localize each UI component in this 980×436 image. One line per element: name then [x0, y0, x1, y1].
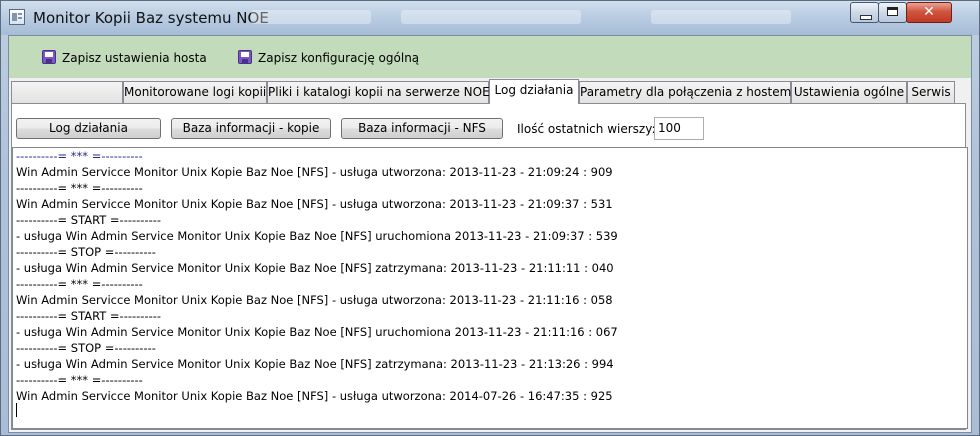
log-line: Win Admin Servicce Monitor Unix Kopie Ba…	[16, 165, 613, 179]
log-line: ----------= START =----------	[16, 213, 162, 227]
log-line: ----------= STOP =----------	[16, 245, 156, 259]
tab-host-connection[interactable]: Parametry dla połączenia z hostem	[579, 81, 791, 103]
tab-activity-log[interactable]: Log działania	[489, 79, 579, 104]
log-line: - usługa Win Admin Service Monitor Unix …	[16, 325, 618, 339]
log-line: Win Admin Servicce Monitor Unix Kopie Ba…	[16, 197, 613, 211]
tab-backup-files[interactable]: Pliki i katalogi kopii na serwerze NOE	[267, 81, 490, 103]
client-area: Zapisz ustawienia hosta Zapisz konfigura…	[8, 35, 972, 433]
save-icon	[42, 50, 56, 64]
close-icon: ✕	[923, 4, 935, 20]
log-line: - usługa Win Admin Service Monitor Unix …	[16, 261, 614, 275]
log-line: ----------= START =----------	[16, 309, 162, 323]
window-title: Monitor Kopii Baz systemu NOE	[33, 9, 269, 27]
background-blur	[401, 10, 581, 24]
log-line: Win Admin Servicce Monitor Unix Kopie Ba…	[16, 389, 613, 403]
toolbar: Zapisz ustawienia hosta Zapisz konfigura…	[9, 36, 971, 78]
log-line: ----------= *** =----------	[16, 149, 143, 163]
maximize-icon	[887, 7, 898, 16]
app-icon	[9, 9, 25, 25]
tab-strip: Monitorowane logi kopii Pliki i katalogi…	[9, 79, 971, 104]
tab-service[interactable]: Serwis	[907, 81, 955, 103]
log-line: ----------= *** =----------	[16, 181, 143, 195]
log-output[interactable]: ----------= *** =---------- Win Admin Ser…	[12, 147, 968, 429]
nfs-db-button[interactable]: Baza informacji - NFS	[341, 118, 503, 139]
tab-general-settings[interactable]: Ustawienia ogólne	[791, 81, 907, 103]
activity-log-button[interactable]: Log działania	[16, 118, 161, 139]
save-icon	[238, 50, 252, 64]
copies-db-button[interactable]: Baza informacji - kopie	[171, 118, 331, 139]
log-line: - usługa Win Admin Service Monitor Unix …	[16, 229, 618, 243]
minimize-button[interactable]	[850, 2, 879, 23]
text-cursor	[16, 403, 17, 417]
row-count-input[interactable]: 100	[654, 117, 704, 140]
app-window: Monitor Kopii Baz systemu NOE ✕ Zapisz u…	[0, 0, 980, 436]
save-general-button[interactable]: Zapisz konfigurację ogólną	[258, 51, 419, 65]
tab-blank[interactable]	[11, 81, 123, 103]
save-host-button[interactable]: Zapisz ustawienia hosta	[62, 51, 207, 65]
background-blur	[251, 10, 371, 24]
minimize-icon	[860, 15, 872, 20]
close-button[interactable]: ✕	[906, 2, 952, 23]
log-line: ----------= STOP =----------	[16, 341, 156, 355]
log-line: ----------= *** =----------	[16, 373, 143, 387]
background-blur	[651, 10, 791, 24]
log-line: - usługa Win Admin Service Monitor Unix …	[16, 357, 614, 371]
tab-monitored-logs[interactable]: Monitorowane logi kopii	[123, 81, 267, 103]
log-line: ----------= *** =----------	[16, 277, 143, 291]
log-line: Win Admin Servicce Monitor Unix Kopie Ba…	[16, 293, 613, 307]
row-count-label: Ilość ostatnich wierszy:	[517, 122, 656, 136]
maximize-button[interactable]	[878, 2, 907, 23]
title-bar[interactable]: Monitor Kopii Baz systemu NOE ✕	[1, 1, 979, 35]
